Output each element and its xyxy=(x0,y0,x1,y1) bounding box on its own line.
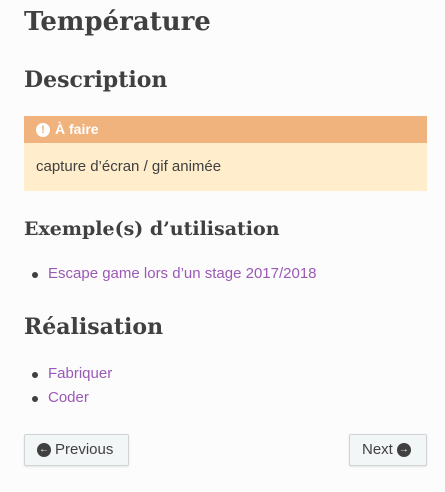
realisation-heading: Réalisation xyxy=(24,314,164,340)
exclamation-circle-icon: ! xyxy=(36,122,50,137)
previous-label: Previous xyxy=(55,441,114,458)
description-heading: Description xyxy=(24,67,168,93)
next-label: Next xyxy=(362,441,393,458)
admonition-title: ! À faire xyxy=(24,116,427,143)
page-title: Température xyxy=(24,7,211,37)
arrow-circle-left-icon: ← xyxy=(37,443,51,457)
next-button[interactable]: Next → xyxy=(349,434,427,466)
examples-heading: Exemple(s) d’utilisation xyxy=(24,218,280,240)
fabriquer-link[interactable]: Fabriquer xyxy=(48,365,112,382)
coder-link[interactable]: Coder xyxy=(48,389,89,406)
realisation-list: Fabriquer Coder xyxy=(24,362,112,410)
list-item: Escape game lors d’un stage 2017/2018 xyxy=(24,262,317,286)
examples-list: Escape game lors d’un stage 2017/2018 xyxy=(24,262,317,286)
admonition-body: capture d’écran / gif animée xyxy=(36,158,222,175)
example-link[interactable]: Escape game lors d’un stage 2017/2018 xyxy=(48,265,317,282)
list-item: Coder xyxy=(24,386,112,410)
arrow-circle-right-icon: → xyxy=(396,443,411,457)
previous-button[interactable]: ← Previous xyxy=(24,434,129,466)
list-item: Fabriquer xyxy=(24,362,112,386)
todo-admonition: ! À faire capture d’écran / gif animée xyxy=(24,116,427,191)
admonition-title-text: À faire xyxy=(55,121,99,137)
